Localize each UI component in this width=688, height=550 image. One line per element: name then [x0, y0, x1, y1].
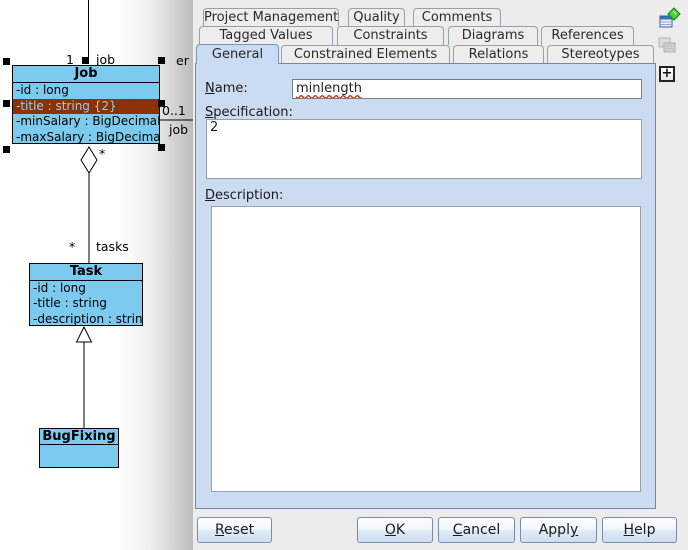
expand-editor-button[interactable]: + [659, 66, 675, 82]
class-task[interactable]: Task -id : long -title : string -descrip… [29, 263, 143, 326]
selection-handle[interactable] [158, 100, 165, 107]
aggregation-diamond-icon[interactable] [81, 147, 97, 173]
tab-row-2: Tagged Values Constraints Diagrams Refer… [199, 26, 634, 45]
generalization-triangle-icon[interactable] [77, 327, 92, 342]
multiplicity-label[interactable]: 0..1 [162, 103, 186, 118]
selection-handle[interactable] [3, 58, 10, 65]
tab-references[interactable]: References [541, 26, 634, 45]
name-input[interactable]: minlength [292, 79, 642, 99]
apply-button[interactable]: Apply [520, 517, 597, 543]
reset-button[interactable]: Reset [197, 517, 272, 543]
selection-handle[interactable] [3, 146, 10, 153]
tab-diagrams[interactable]: Diagrams [448, 26, 538, 45]
specification-textarea[interactable]: 2 [206, 119, 642, 179]
tab-tagged-values[interactable]: Tagged Values [199, 26, 333, 45]
name-value: minlength [296, 81, 362, 96]
selection-handle[interactable] [82, 57, 89, 64]
class-job-attribute[interactable]: -maxSalary : BigDecimal [13, 130, 159, 145]
class-task-attribute[interactable]: -description : string [30, 312, 142, 326]
tab-general[interactable]: General [196, 44, 279, 64]
diagram-canvas[interactable]: 1 job er 0..1 job * * tasks Job -id : lo… [0, 0, 193, 550]
description-textarea[interactable] [211, 206, 641, 492]
description-label: Description: [205, 188, 283, 203]
class-task-name[interactable]: Task [30, 264, 142, 281]
class-job-name[interactable]: Job [13, 66, 159, 83]
cancel-button[interactable]: Cancel [438, 517, 515, 543]
class-task-attribute[interactable]: -title : string [30, 296, 142, 311]
role-label[interactable]: job [169, 122, 188, 137]
tab-row-3: General Constrained Elements Relations S… [196, 44, 654, 64]
tab-row-1: Project Management Quality Comments [203, 8, 501, 26]
tab-constrained-elements[interactable]: Constrained Elements [281, 45, 450, 64]
tab-stereotypes[interactable]: Stereotypes [547, 45, 654, 64]
name-label: Name: [205, 81, 248, 96]
tab-project-management[interactable]: Project Management [203, 8, 339, 26]
selection-handle[interactable] [158, 57, 165, 64]
class-job-attribute[interactable]: -id : long [13, 83, 159, 99]
class-job[interactable]: Job -id : long -title : string {2} -minS… [12, 65, 160, 144]
tab-relations[interactable]: Relations [453, 45, 544, 64]
multiplicity-label[interactable]: * [99, 146, 105, 161]
selection-handle[interactable] [158, 144, 165, 151]
class-job-attribute-selected[interactable]: -title : string {2} [13, 99, 159, 115]
class-bugfixing[interactable]: BugFixing [39, 428, 119, 468]
class-task-attribute[interactable]: -id : long [30, 281, 142, 296]
properties-dialog: Project Management Quality Comments Tagg… [193, 0, 688, 550]
role-label[interactable]: tasks [96, 239, 129, 254]
clipped-role-label[interactable]: er [176, 53, 189, 68]
class-job-attribute[interactable]: -minSalary : BigDecimal [13, 114, 159, 130]
selection-handle[interactable] [3, 100, 10, 107]
ok-button[interactable]: OK [357, 517, 433, 543]
general-tab-panel: Name: minlength Specification: 2 Descrip… [195, 63, 656, 509]
delete-constraint-icon-disabled[interactable] [657, 35, 679, 57]
help-button[interactable]: Help [602, 517, 677, 543]
multiplicity-label[interactable]: * [69, 239, 75, 254]
class-bugfixing-name[interactable]: BugFixing [40, 429, 118, 445]
tab-constraints[interactable]: Constraints [337, 26, 444, 45]
screen: 1 job er 0..1 job * * tasks Job -id : lo… [0, 0, 688, 550]
tab-quality[interactable]: Quality [348, 8, 405, 26]
specification-label: Specification: [205, 105, 293, 120]
tab-comments[interactable]: Comments [413, 8, 501, 26]
new-constraint-icon[interactable] [659, 7, 681, 29]
